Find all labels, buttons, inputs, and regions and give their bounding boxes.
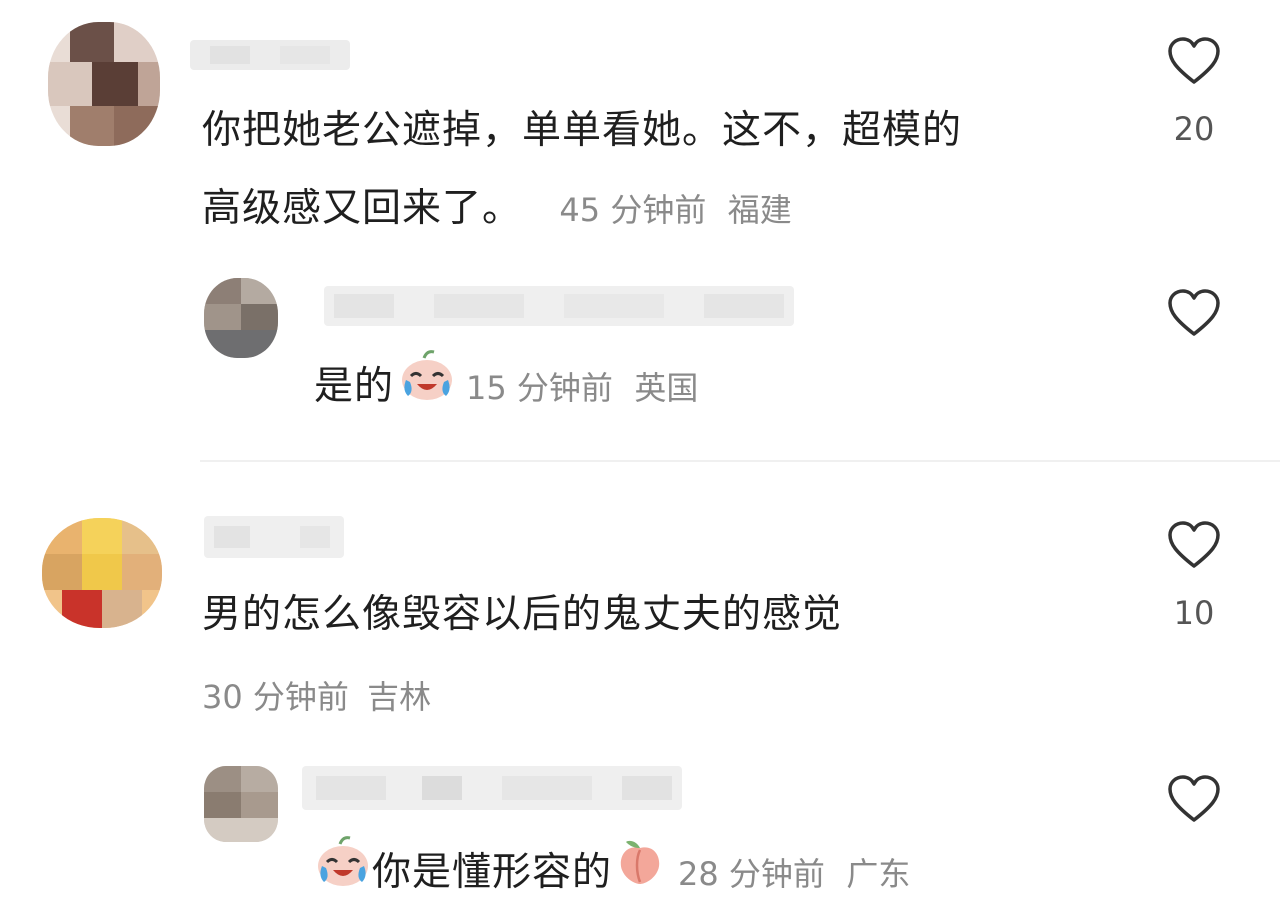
comment-text-line2-row: 高级感又回来了。 45 分钟前 福建 (202, 170, 792, 249)
reply-avatar[interactable] (204, 278, 278, 358)
reply-text: 是的 (314, 364, 395, 409)
reply-like-button[interactable] (1164, 774, 1224, 824)
heart-outline-icon (1168, 775, 1220, 822)
reply-text-row: 你是懂形容的 28 分钟前 广东 (314, 834, 910, 915)
peach-emoji (614, 834, 666, 915)
heart-outline-icon (1168, 289, 1220, 336)
comment-time: 30 分钟前 (202, 678, 349, 716)
comment-location: 福建 (727, 191, 792, 229)
heart-outline-icon (1168, 37, 1220, 84)
like-count: 20 (1173, 110, 1215, 148)
comment-1: 你把她老公遮掉，单单看她。这不，超模的 高级感又回来了。 45 分钟前 福建 2… (0, 0, 1280, 460)
reply-text-row: 是的 15 分钟前 英国 (314, 348, 698, 429)
crying-laughing-emoji (314, 834, 372, 915)
like-button[interactable] (1164, 520, 1224, 570)
reply-location: 英国 (634, 369, 699, 407)
comment-location: 吉林 (367, 678, 432, 716)
heart-outline-icon (1168, 521, 1220, 568)
reply-location: 广东 (846, 855, 911, 893)
like-button[interactable] (1164, 36, 1224, 86)
comment-2: 男的怎么像毁容以后的鬼丈夫的感觉 30 分钟前 吉林 10 你是懂形容的 28 … (0, 470, 1280, 895)
avatar[interactable] (42, 518, 162, 628)
reply-time: 15 分钟前 (466, 369, 613, 407)
comment-time: 45 分钟前 (559, 191, 707, 229)
reply-username-blurred[interactable] (302, 766, 682, 810)
reply-avatar[interactable] (204, 766, 278, 842)
avatar[interactable] (48, 22, 160, 146)
username-blurred[interactable] (204, 516, 344, 558)
comment-text-line2: 高级感又回来了。 (202, 186, 523, 231)
username-blurred[interactable] (190, 40, 350, 70)
reply-username-blurred[interactable] (324, 286, 794, 326)
comment-text-line1: 你把她老公遮掉，单单看她。这不，超模的 (202, 108, 963, 153)
reply-time: 28 分钟前 (678, 855, 825, 893)
comment-meta-row: 30 分钟前 吉林 (202, 672, 431, 718)
reply-like-button[interactable] (1164, 288, 1224, 338)
crying-laughing-emoji (398, 348, 456, 429)
reply-text: 你是懂形容的 (372, 850, 613, 895)
divider (200, 460, 1280, 462)
like-count: 10 (1173, 594, 1215, 632)
comment-text-line1: 男的怎么像毁容以后的鬼丈夫的感觉 (202, 592, 843, 637)
